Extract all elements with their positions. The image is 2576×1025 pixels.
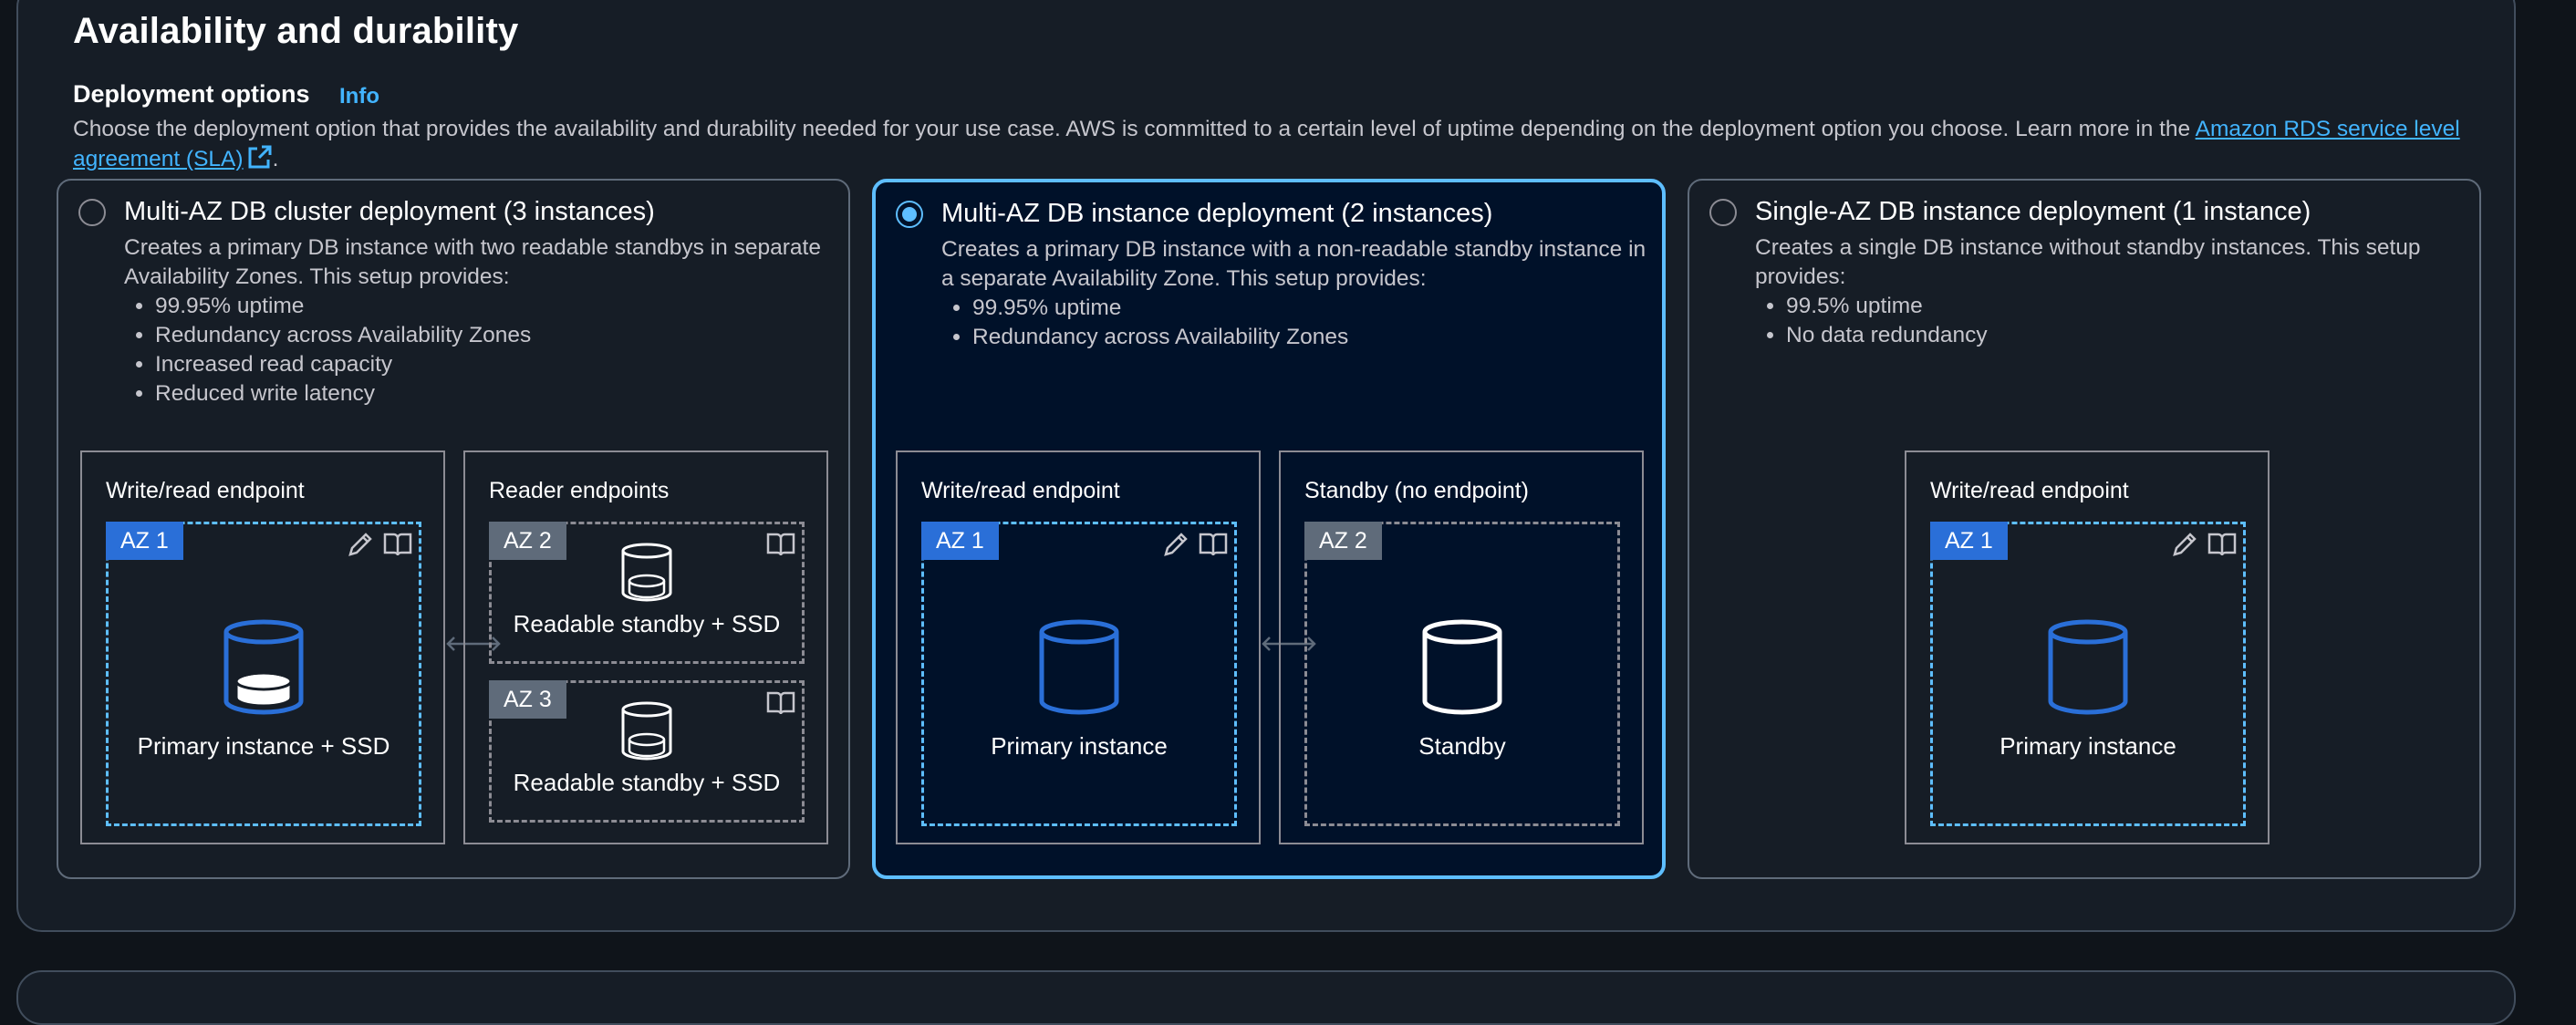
option-single-az-instance[interactable]: Single-AZ DB instance deployment (1 inst… bbox=[1688, 179, 2481, 879]
bullet-item: 99.95% uptime bbox=[155, 292, 531, 321]
az-tag: AZ 1 bbox=[1930, 522, 2008, 560]
radio-multi-az-cluster[interactable] bbox=[78, 199, 106, 226]
book-icon bbox=[2207, 530, 2238, 564]
instance-label: Primary instance + SSD bbox=[137, 732, 390, 760]
instance-label: Readable standby + SSD bbox=[513, 769, 781, 796]
deployment-description: Choose the deployment option that provid… bbox=[73, 115, 2481, 178]
section-title: Availability and durability bbox=[73, 11, 519, 51]
option-multi-az-cluster[interactable]: Multi-AZ DB cluster deployment (3 instan… bbox=[57, 179, 850, 879]
option-bullets: 99.95% uptime Redundancy across Availabi… bbox=[124, 292, 531, 409]
write-read-endpoint-panel: Write/read endpoint AZ 1 Primary instanc… bbox=[1905, 450, 2270, 844]
pencil-icon bbox=[346, 530, 375, 564]
panel-label: Reader endpoints bbox=[489, 478, 670, 503]
database-icon bbox=[1421, 619, 1503, 720]
bullet-item: Redundancy across Availability Zones bbox=[972, 323, 1348, 352]
instance-label: Primary instance bbox=[991, 732, 1168, 760]
pencil-icon bbox=[1161, 530, 1190, 564]
availability-section: Availability and durability Deployment o… bbox=[16, 0, 2516, 932]
option-description: Creates a primary DB instance with two r… bbox=[124, 235, 821, 289]
database-icon bbox=[620, 543, 673, 607]
write-read-endpoint-panel: Write/read endpoint AZ 1 Primary instanc… bbox=[80, 450, 445, 844]
panel-label: Write/read endpoint bbox=[921, 478, 1120, 503]
instance-label: Primary instance bbox=[2000, 732, 2176, 760]
info-link[interactable]: Info bbox=[339, 84, 379, 109]
write-read-endpoint-panel: Write/read endpoint AZ 1 Primary instanc… bbox=[896, 450, 1261, 844]
option-bullets: 99.95% uptime Redundancy across Availabi… bbox=[941, 294, 1348, 352]
book-icon bbox=[765, 530, 796, 564]
external-link-icon bbox=[247, 144, 273, 178]
az-tag: AZ 1 bbox=[921, 522, 999, 560]
option-title: Single-AZ DB instance deployment (1 inst… bbox=[1755, 197, 2311, 226]
az-zone: AZ 1 Primary instance bbox=[1930, 522, 2246, 826]
bullet-item: Increased read capacity bbox=[155, 350, 531, 379]
panel-label: Write/read endpoint bbox=[106, 478, 305, 503]
instance-label: Standby bbox=[1418, 732, 1506, 760]
az-tag: AZ 3 bbox=[489, 680, 566, 719]
option-title: Multi-AZ DB cluster deployment (3 instan… bbox=[124, 197, 655, 226]
book-icon bbox=[382, 530, 413, 564]
panel-label: Standby (no endpoint) bbox=[1304, 478, 1530, 503]
deployment-options-label: Deployment options bbox=[73, 80, 310, 108]
az-zone: AZ 1 Primary instance bbox=[921, 522, 1237, 826]
database-icon bbox=[1038, 619, 1120, 720]
radio-single-az-instance[interactable] bbox=[1709, 199, 1737, 226]
instance-label: Readable standby + SSD bbox=[513, 610, 781, 637]
book-icon bbox=[765, 689, 796, 722]
option-description: Creates a primary DB instance with a non… bbox=[941, 237, 1646, 291]
bullet-item: Redundancy across Availability Zones bbox=[155, 321, 531, 350]
pencil-icon bbox=[2170, 530, 2199, 564]
bullet-item: 99.5% uptime bbox=[1786, 292, 1988, 321]
az-zone: AZ 2 Standby bbox=[1304, 522, 1620, 826]
option-multi-az-instance[interactable]: Multi-AZ DB instance deployment (2 insta… bbox=[872, 179, 1666, 879]
bullet-item: No data redundancy bbox=[1786, 321, 1988, 350]
database-icon bbox=[223, 619, 305, 720]
option-title: Multi-AZ DB instance deployment (2 insta… bbox=[941, 199, 1493, 228]
bullet-item: 99.95% uptime bbox=[972, 294, 1348, 323]
bullet-item: Reduced write latency bbox=[155, 379, 531, 409]
book-icon bbox=[1198, 530, 1229, 564]
az-zone: AZ 3 Readable standby + SSD bbox=[489, 680, 805, 823]
database-icon bbox=[620, 701, 673, 766]
az-zone: AZ 1 Primary instance + SSD bbox=[106, 522, 421, 826]
az-tag: AZ 2 bbox=[1304, 522, 1382, 560]
option-description: Creates a single DB instance without sta… bbox=[1755, 235, 2421, 289]
option-bullets: 99.5% uptime No data redundancy bbox=[1755, 292, 1988, 350]
reader-endpoints-panel: Reader endpoints AZ 2 Readable standby +… bbox=[463, 450, 828, 844]
standby-panel: Standby (no endpoint) AZ 2 Standby bbox=[1279, 450, 1644, 844]
panel-label: Write/read endpoint bbox=[1930, 478, 2129, 503]
radio-multi-az-instance[interactable] bbox=[896, 201, 923, 228]
next-section bbox=[16, 970, 2516, 1025]
az-zone: AZ 2 Readable standby + SSD bbox=[489, 522, 805, 664]
az-tag: AZ 1 bbox=[106, 522, 183, 560]
az-tag: AZ 2 bbox=[489, 522, 566, 560]
database-icon bbox=[2047, 619, 2129, 720]
